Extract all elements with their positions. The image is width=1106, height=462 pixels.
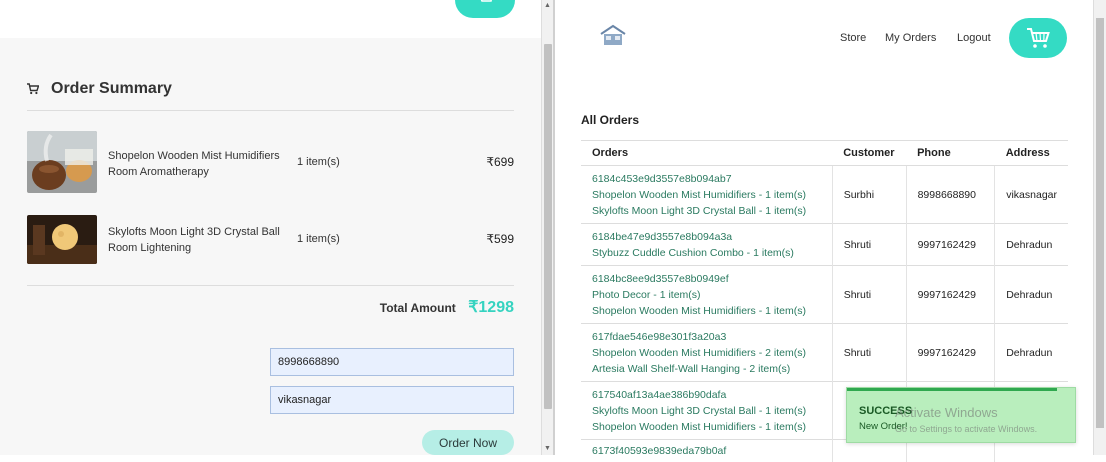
right-scrollbar[interactable] <box>1093 0 1106 455</box>
order-line: Shopelon Wooden Mist Humidifiers - 1 ite… <box>592 419 821 435</box>
customer-cell: Surbhi <box>832 166 906 224</box>
order-line: Skylofts Moon Light 3D Crystal Ball - 1 … <box>592 203 821 219</box>
column-header-orders: Orders <box>581 141 832 166</box>
all-orders-title: All Orders <box>581 113 639 127</box>
cart-icon <box>1026 27 1050 49</box>
total-amount-value: ₹1298 <box>468 299 514 316</box>
toast-progress-bar <box>847 388 1057 391</box>
item-quantity: 1 item(s) <box>297 233 340 245</box>
left-header <box>0 0 541 38</box>
scroll-down-icon[interactable]: ▼ <box>544 445 551 452</box>
cart-item: Shopelon Wooden Mist Humidifiers Room Ar… <box>27 131 514 193</box>
order-line: Shopelon Wooden Mist Humidifiers - 2 ite… <box>592 345 821 361</box>
logo-partial[interactable] <box>38 0 84 6</box>
cart-icon <box>27 83 39 95</box>
item-quantity: 1 item(s) <box>297 156 340 168</box>
address-cell: Dehradun <box>995 324 1068 382</box>
divider <box>27 110 514 111</box>
column-header-address: Address <box>995 141 1068 166</box>
scroll-up-icon[interactable]: ▲ <box>544 2 551 9</box>
cart-button[interactable] <box>1009 18 1067 58</box>
order-id[interactable]: 617540af13a4ae386b90dafa <box>592 387 821 403</box>
divider <box>27 285 514 286</box>
order-line: Photo Decor - 1 item(s) <box>592 287 821 303</box>
customer-cell: Shruti <box>832 324 906 382</box>
item-name: Shopelon Wooden Mist Humidifiers Room Ar… <box>108 148 298 180</box>
phone-cell: 9997162429 <box>906 224 995 266</box>
address-cell: Dehradun <box>995 266 1068 324</box>
customer-cell: Shruti <box>832 224 906 266</box>
total-amount-label: Total Amount <box>380 301 456 315</box>
order-id[interactable]: 6184be47e9d3557e8b094a3a <box>592 229 821 245</box>
product-image-moon-light <box>27 215 97 264</box>
phone-cell: 9997162429 <box>906 266 995 324</box>
item-name: Skylofts Moon Light 3D Crystal Ball Room… <box>108 224 298 256</box>
order-line: Stybuzz Cuddle Cushion Combo - 1 item(s) <box>592 245 821 261</box>
order-id[interactable]: 617fdae546e98e301f3a20a3 <box>592 329 821 345</box>
address-cell: vikasnagar <box>995 166 1068 224</box>
order-id[interactable]: 6173f40593e9839eda79b0af <box>592 443 821 459</box>
order-line: Shopelon Wooden Mist Humidifiers - 1 ite… <box>592 303 821 319</box>
order-id[interactable]: 6184bc8ee9d3557e8b0949ef <box>592 271 821 287</box>
order-line: Shopelon Wooden Mist Humidifiers - 1 ite… <box>592 187 821 203</box>
left-scrollbar[interactable]: ▲ ▼ <box>541 0 553 455</box>
item-price: ₹599 <box>486 232 514 246</box>
order-line: Skylofts Moon Light 3D Crystal Ball - 1 … <box>592 403 821 419</box>
scrollbar-thumb[interactable] <box>544 44 552 409</box>
customer-cell: Shruti <box>832 266 906 324</box>
order-details-cell: 6184bc8ee9d3557e8b0949ef Photo Decor - 1… <box>581 266 832 324</box>
order-details-cell: 6173f40593e9839eda79b0af <box>581 440 832 462</box>
product-image-humidifier <box>27 131 97 193</box>
total-amount-row: Total Amount ₹1298 <box>27 297 514 317</box>
order-details-cell: 617540af13a4ae386b90dafa Skylofts Moon L… <box>581 382 832 440</box>
table-header-row: Orders Customer Phone Address <box>581 141 1068 166</box>
cart-item: Skylofts Moon Light 3D Crystal Ball Room… <box>27 215 514 277</box>
phone-input[interactable]: 8998668890 <box>270 348 514 376</box>
item-price: ₹699 <box>486 155 514 169</box>
order-details-cell: 6184be47e9d3557e8b094a3a Stybuzz Cuddle … <box>581 224 832 266</box>
table-row[interactable]: 617fdae546e98e301f3a20a3 Shopelon Wooden… <box>581 324 1068 382</box>
nav-logout[interactable]: Logout <box>957 32 991 44</box>
order-id[interactable]: 6184c453e9d3557e8b094ab7 <box>592 171 821 187</box>
table-row[interactable]: 6184be47e9d3557e8b094a3a Stybuzz Cuddle … <box>581 224 1068 266</box>
cart-icon <box>479 0 493 2</box>
phone-cell: 9997162429 <box>906 324 995 382</box>
order-line: Artesia Wall Shelf-Wall Hanging - 2 item… <box>592 361 821 377</box>
address-cell: Dehradun <box>995 224 1068 266</box>
cart-button-partial[interactable] <box>455 0 515 18</box>
column-header-phone: Phone <box>906 141 995 166</box>
order-details-cell: 6184c453e9d3557e8b094ab7 Shopelon Wooden… <box>581 166 832 224</box>
windows-activation-subtitle: Go to Settings to activate Windows. <box>895 424 1037 434</box>
nav-store[interactable]: Store <box>840 32 866 44</box>
order-summary-title: Order Summary <box>51 80 172 98</box>
nav-my-orders[interactable]: My Orders <box>885 32 936 44</box>
order-summary-header: Order Summary <box>27 80 172 98</box>
windows-activation-watermark: Activate Windows <box>895 405 998 420</box>
table-row[interactable]: 6184bc8ee9d3557e8b0949ef Photo Decor - 1… <box>581 266 1068 324</box>
logo[interactable] <box>593 24 633 52</box>
order-now-button[interactable]: Order Now <box>422 430 514 455</box>
scrollbar-thumb[interactable] <box>1096 18 1104 428</box>
column-header-customer: Customer <box>832 141 906 166</box>
left-browser-pane: Order Summary Shopelon Wooden Mist Humid… <box>0 0 541 455</box>
address-input[interactable]: vikasnagar <box>270 386 514 414</box>
phone-cell: 8998668890 <box>906 166 995 224</box>
table-row[interactable]: 6184c453e9d3557e8b094ab7 Shopelon Wooden… <box>581 166 1068 224</box>
order-details-cell: 617fdae546e98e301f3a20a3 Shopelon Wooden… <box>581 324 832 382</box>
